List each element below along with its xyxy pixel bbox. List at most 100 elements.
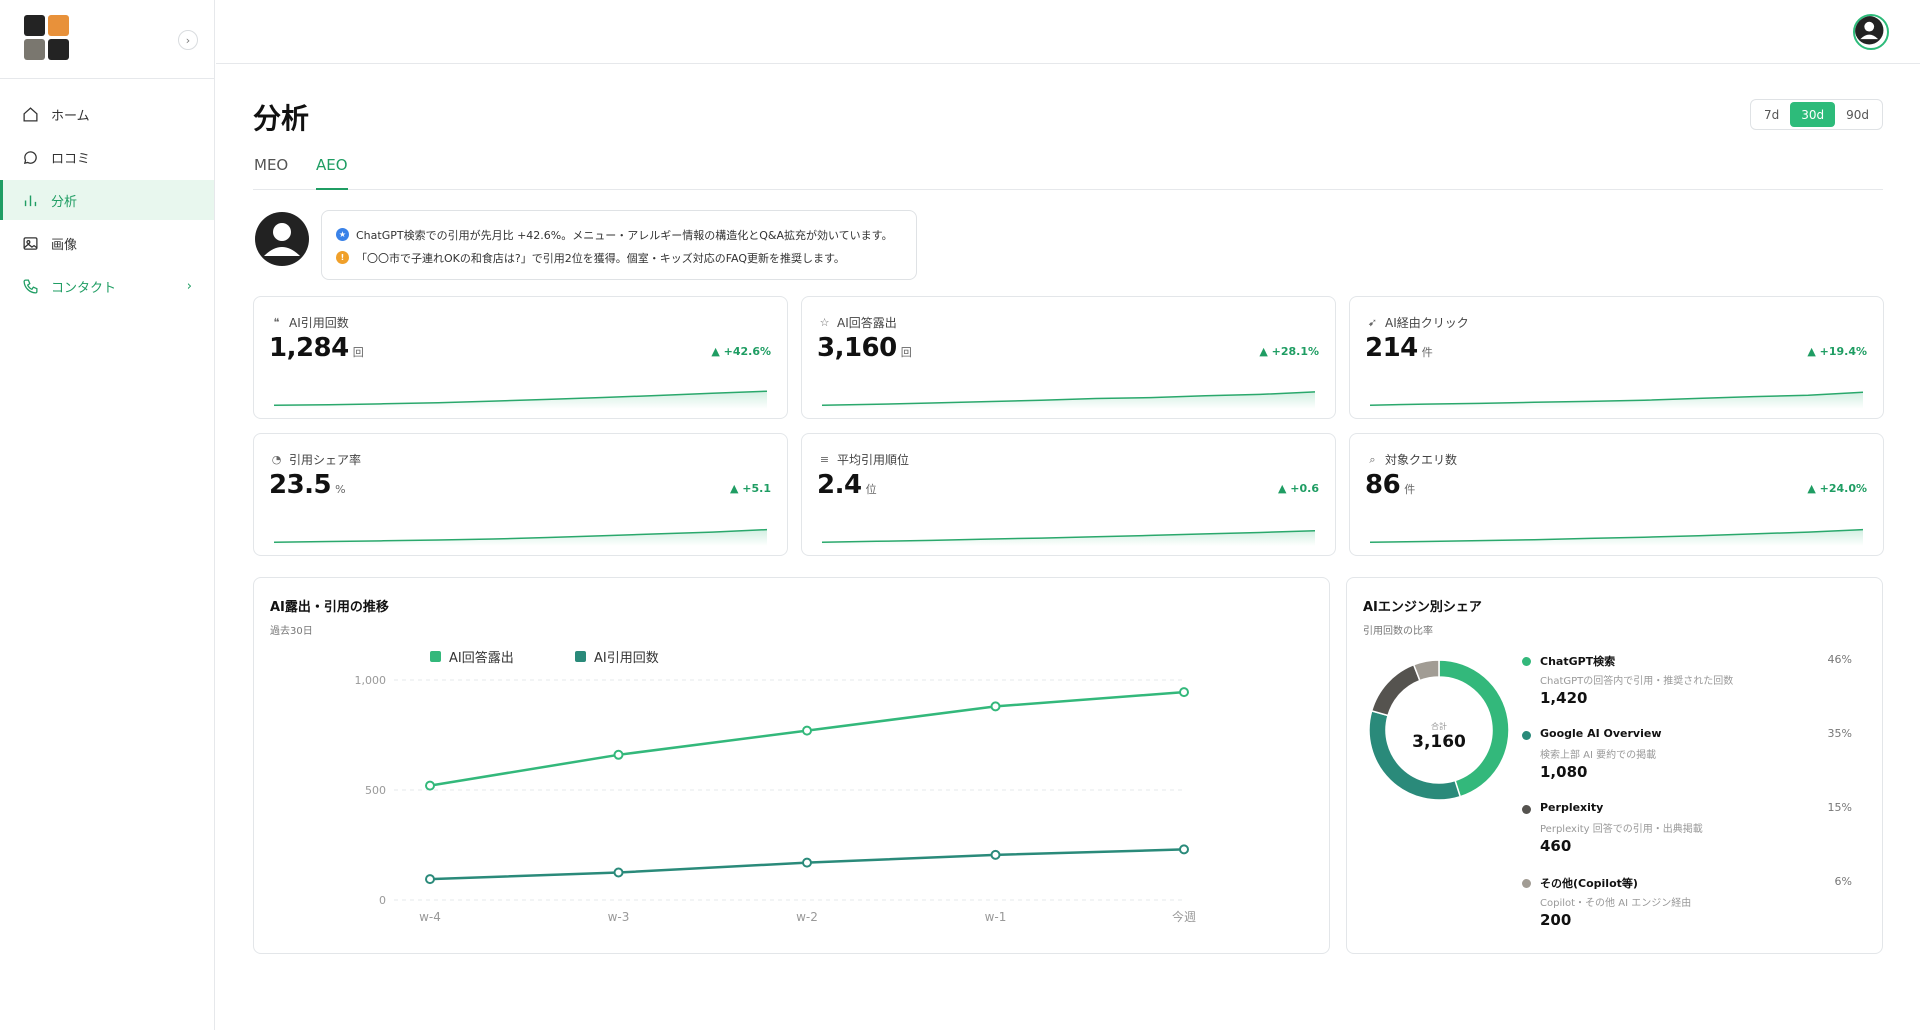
- kpi-delta-value: +5.1: [742, 482, 771, 495]
- search-icon: ⌕: [1369, 452, 1376, 466]
- x-tick-label: w-1: [985, 910, 1007, 924]
- engine-value: 1,080: [1540, 763, 1588, 781]
- sidebar-item-home[interactable]: ホーム: [0, 94, 214, 134]
- kpi-label-text: AI経由クリック: [1385, 316, 1469, 330]
- tab-aeo[interactable]: AEO: [316, 154, 348, 190]
- kpi-unit: %: [335, 483, 346, 496]
- kpi-sparkline: [1370, 391, 1864, 409]
- data-point: [425, 780, 435, 791]
- data-point: [990, 701, 1001, 712]
- data-point: [1179, 844, 1189, 855]
- sidebar-item-label: 分析: [51, 194, 78, 210]
- trend-line-chart: 0 500 1,000 w-4 w-3 w-2 w-1 今週: [355, 674, 1197, 924]
- kpi-card-citation-share[interactable]: ◔ 引用シェア率 23.5% ▲ +5.1: [253, 433, 788, 556]
- kpi-delta: ▲ +24.0%: [1807, 482, 1867, 495]
- image-icon: [23, 236, 38, 250]
- engine-color-dot: [1522, 805, 1531, 814]
- kpi-sparkline: [274, 528, 768, 546]
- range-90d-button[interactable]: 90d: [1835, 102, 1880, 127]
- donut-center-label: 合計: [1431, 722, 1447, 731]
- x-tick-label: 今週: [1172, 909, 1196, 924]
- insight-bubble: ★ ChatGPT検索での引用が先月比 +42.6%。メニュー・アレルギー情報の…: [321, 210, 917, 280]
- sidebar-item-label: コンタクト: [51, 280, 117, 296]
- engine-description: 検索上部 AI 要約での掲載: [1540, 750, 1657, 761]
- kpi-sparkline: [274, 390, 768, 409]
- data-point: [802, 725, 812, 736]
- engine-share-panel: AIエンジン別シェア 引用回数の比率 合計 3,160 ChatGPT検索 46…: [1346, 577, 1883, 954]
- page-title: 分析: [253, 102, 310, 135]
- chat-icon: [23, 150, 37, 164]
- kpi-label: ≡ 平均引用順位: [818, 451, 909, 468]
- x-tick-label: w-2: [796, 910, 818, 924]
- kpi-label-text: 対象クエリ数: [1385, 453, 1458, 467]
- data-point: [1179, 687, 1189, 698]
- engine-description: Copilot・その他 AI エンジン経由: [1540, 898, 1692, 909]
- insight-line: ★ ChatGPT検索での引用が先月比 +42.6%。メニュー・アレルギー情報の…: [336, 223, 902, 246]
- kpi-number: 23.5: [269, 470, 332, 500]
- chevron-right-icon: ›: [186, 278, 192, 294]
- sidebar-item-reviews[interactable]: ロコミ: [0, 137, 214, 177]
- range-30d-button[interactable]: 30d: [1790, 102, 1836, 127]
- kpi-unit: 回: [900, 346, 912, 359]
- panel-subtitle: 引用回数の比率: [1363, 626, 1433, 637]
- user-avatar[interactable]: [1853, 14, 1889, 50]
- kpi-label-text: AI回答露出: [837, 316, 897, 330]
- x-tick-label: w-4: [419, 910, 441, 924]
- kpi-value: 86 件: [1365, 470, 1415, 500]
- engine-percent: 6%: [1834, 875, 1852, 888]
- kpi-value: 2.4 位: [817, 470, 877, 500]
- kpi-label: ◔ 引用シェア率: [270, 451, 361, 468]
- data-point: [802, 857, 812, 868]
- cursor-icon: ➹: [1367, 316, 1378, 329]
- kpi-unit: 位: [865, 483, 877, 496]
- kpi-delta-value: +24.0%: [1819, 482, 1867, 495]
- range-7d-button[interactable]: 7d: [1753, 102, 1790, 127]
- alert-icon: !: [336, 251, 349, 264]
- engine-percent: 15%: [1827, 801, 1852, 814]
- kpi-card-ai-clicks[interactable]: ➹ AI経由クリック 214 件 ▲ +19.4%: [1349, 296, 1884, 419]
- kpi-number: 214: [1365, 333, 1418, 363]
- data-point: [425, 874, 435, 885]
- engine-description: ChatGPTの回答内で引用・推奨された回数: [1540, 676, 1734, 687]
- tab-meo[interactable]: MEO: [254, 154, 288, 190]
- y-tick-label: 0: [379, 894, 386, 907]
- sidebar-item-contact[interactable]: コンタクト ›: [0, 266, 214, 306]
- panel-title: AIエンジン別シェア: [1363, 600, 1482, 615]
- kpi-label: ☆ AI回答露出: [818, 314, 897, 331]
- kpi-card-target-queries[interactable]: ⌕ 対象クエリ数 86 件 ▲ +24.0%: [1349, 433, 1884, 556]
- kpi-value: 23.5%: [269, 470, 346, 500]
- kpi-label: ➹ AI経由クリック: [1366, 314, 1469, 331]
- engine-color-dot: [1522, 657, 1531, 666]
- star-icon: ☆: [819, 316, 830, 329]
- engine-row-google-ai-overview[interactable]: Google AI Overview 35% 検索上部 AI 要約での掲載 1,…: [1522, 727, 1852, 787]
- engine-name: Google AI Overview: [1540, 727, 1662, 740]
- kpi-label-text: AI引用回数: [289, 316, 349, 330]
- kpi-number: 3,160: [817, 333, 897, 363]
- kpi-card-avg-rank[interactable]: ≡ 平均引用順位 2.4 位 ▲ +0.6: [801, 433, 1336, 556]
- data-point: [613, 749, 624, 760]
- data-point: [613, 867, 624, 878]
- engine-row-chatgpt[interactable]: ChatGPT検索 46% ChatGPTの回答内で引用・推奨された回数 1,4…: [1522, 653, 1852, 713]
- engine-name: ChatGPT検索: [1540, 655, 1616, 668]
- kpi-delta: ▲ +0.6: [1278, 482, 1319, 495]
- sidebar-item-analytics[interactable]: 分析: [0, 180, 214, 220]
- app-logo[interactable]: [24, 15, 70, 61]
- kpi-delta: ▲ +5.1: [730, 482, 771, 495]
- sidebar-nav: ホーム ロコミ 分析 画像 コンタクト ›: [0, 94, 214, 306]
- kpi-value: 3,160 回: [817, 333, 912, 363]
- insight-text: ChatGPT検索での引用が先月比 +42.6%。メニュー・アレルギー情報の構造…: [356, 228, 893, 242]
- kpi-card-ai-citations[interactable]: ❝ AI引用回数 1,284 回 ▲ +42.6%: [253, 296, 788, 419]
- sidebar-item-images[interactable]: 画像: [0, 223, 214, 263]
- engine-row-perplexity[interactable]: Perplexity 15% Perplexity 回答での引用・出典掲載 46…: [1522, 801, 1852, 861]
- engine-name: Perplexity: [1540, 801, 1604, 814]
- engine-percent: 46%: [1827, 653, 1852, 666]
- engine-value: 460: [1540, 837, 1572, 855]
- kpi-sparkline: [1370, 528, 1864, 546]
- kpi-card-ai-exposure[interactable]: ☆ AI回答露出 3,160 回 ▲ +28.1%: [801, 296, 1336, 419]
- kpi-value: 1,284 回: [269, 333, 364, 363]
- x-tick-label: w-3: [608, 910, 630, 924]
- engine-description: Perplexity 回答での引用・出典掲載: [1540, 824, 1703, 835]
- engine-row-other[interactable]: その他(Copilot等) 6% Copilot・その他 AI エンジン経由 2…: [1522, 875, 1852, 935]
- sidebar-collapse-button[interactable]: ›: [178, 30, 198, 50]
- kpi-label: ❝ AI引用回数: [270, 314, 349, 331]
